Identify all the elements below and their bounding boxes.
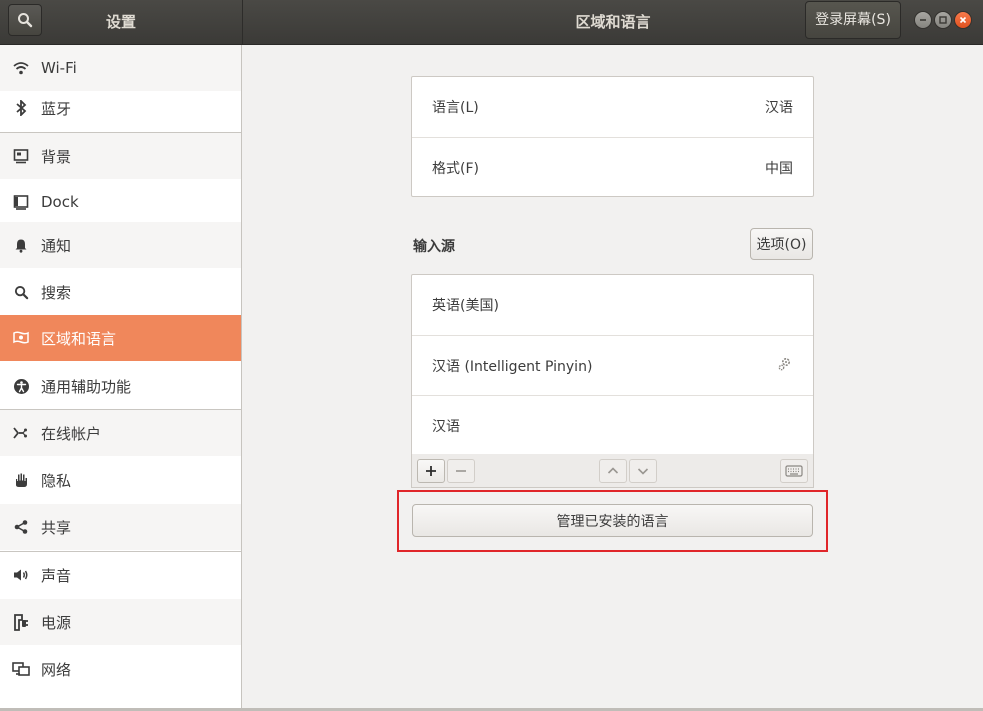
keyboard-icon bbox=[785, 465, 803, 477]
sidebar-item-sharing[interactable]: 共享 bbox=[0, 504, 241, 550]
remove-icon bbox=[456, 470, 466, 472]
sidebar-item-label: 电源 bbox=[41, 613, 72, 632]
sidebar-item-label: 隐私 bbox=[41, 471, 72, 490]
highlight-box bbox=[397, 490, 828, 552]
input-source-label: 英语(美国) bbox=[432, 298, 499, 314]
sidebar-title: 设置 bbox=[105, 13, 136, 31]
list-item[interactable]: 英语(美国) bbox=[412, 275, 813, 335]
bell-icon bbox=[11, 235, 31, 255]
sidebar-item-background[interactable]: 背景 bbox=[0, 133, 241, 179]
sidebar-item-network[interactable]: 网络 bbox=[0, 646, 241, 692]
sidebar: Wi-Fi 蓝牙 背景 Dock 通知 搜索 区域和语言 通用辅助功能 在线帐户… bbox=[0, 45, 242, 711]
input-source-label: 汉语 (Intelligent Pinyin) bbox=[432, 358, 593, 375]
hand-icon bbox=[11, 470, 31, 490]
sidebar-item-label: 声音 bbox=[41, 566, 72, 585]
formats-row[interactable]: 格式(F) 中国 bbox=[412, 137, 813, 197]
close-icon bbox=[959, 16, 967, 24]
share-icon bbox=[11, 517, 31, 537]
accessibility-icon bbox=[11, 376, 31, 396]
sidebar-item-bluetooth[interactable]: 蓝牙 bbox=[0, 85, 241, 131]
language-row[interactable]: 语言(L) 汉语 bbox=[412, 77, 813, 137]
login-screen-button[interactable]: 登录屏幕(S) bbox=[805, 1, 901, 39]
power-plug-icon bbox=[11, 612, 31, 632]
bluetooth-icon bbox=[11, 98, 31, 118]
network-icon bbox=[11, 659, 31, 679]
input-source-label: 汉语 bbox=[432, 418, 460, 435]
remove-input-source-button[interactable] bbox=[447, 459, 475, 483]
sidebar-item-notifications[interactable]: 通知 bbox=[0, 222, 241, 268]
keyboard-layout-button[interactable] bbox=[780, 459, 808, 483]
minimize-button[interactable] bbox=[914, 11, 932, 29]
gear-icon[interactable] bbox=[777, 356, 793, 376]
move-down-button[interactable] bbox=[629, 459, 657, 483]
sidebar-item-label: 通用辅助功能 bbox=[41, 377, 132, 396]
sidebar-item-online-accounts[interactable]: 在线帐户 bbox=[0, 410, 241, 456]
sidebar-item-power[interactable]: 电源 bbox=[0, 599, 241, 645]
input-sources-heading: 输入源 bbox=[413, 239, 455, 255]
sidebar-item-search[interactable]: 搜索 bbox=[0, 269, 241, 315]
sidebar-item-dock[interactable]: Dock bbox=[0, 179, 241, 225]
background-icon bbox=[11, 146, 31, 166]
formats-label: 格式(F) bbox=[432, 160, 479, 177]
sidebar-item-region-language[interactable]: 区域和语言 bbox=[0, 315, 241, 361]
search-icon bbox=[11, 282, 31, 302]
options-button[interactable]: 选项(O) bbox=[750, 228, 813, 260]
chevron-up-icon bbox=[607, 467, 619, 474]
input-sources-list: 英语(美国) 汉语 (Intelligent Pinyin) 汉语 bbox=[411, 274, 814, 455]
online-accounts-icon bbox=[11, 423, 31, 443]
list-item[interactable]: 汉语 bbox=[412, 395, 813, 455]
move-up-button[interactable] bbox=[599, 459, 627, 483]
sidebar-item-label: 蓝牙 bbox=[41, 99, 72, 118]
language-value: 汉语 bbox=[765, 100, 793, 116]
sidebar-item-label: 搜索 bbox=[41, 283, 72, 302]
sidebar-item-label: 区域和语言 bbox=[41, 329, 117, 348]
sidebar-item-accessibility[interactable]: 通用辅助功能 bbox=[0, 363, 241, 409]
language-label: 语言(L) bbox=[432, 100, 479, 116]
wifi-icon bbox=[11, 58, 31, 78]
sidebar-item-label: Wi-Fi bbox=[41, 59, 77, 77]
dock-icon bbox=[11, 192, 31, 212]
input-sources-toolbar bbox=[411, 454, 814, 488]
language-formats-card: 语言(L) 汉语 格式(F) 中国 bbox=[411, 76, 814, 197]
maximize-icon bbox=[939, 16, 947, 24]
speaker-icon bbox=[11, 565, 31, 585]
list-item[interactable]: 汉语 (Intelligent Pinyin) bbox=[412, 335, 813, 395]
sidebar-item-label: 背景 bbox=[41, 147, 72, 166]
sidebar-item-label: 网络 bbox=[41, 660, 72, 679]
close-button[interactable] bbox=[954, 11, 972, 29]
sidebar-item-privacy[interactable]: 隐私 bbox=[0, 457, 241, 503]
sidebar-item-label: 共享 bbox=[41, 518, 72, 537]
maximize-button[interactable] bbox=[934, 11, 952, 29]
add-input-source-button[interactable] bbox=[417, 459, 445, 483]
formats-value: 中国 bbox=[765, 160, 793, 177]
minimize-icon bbox=[920, 19, 926, 21]
sidebar-item-label: Dock bbox=[41, 193, 79, 211]
header-bar: 设置 区域和语言 登录屏幕(S) bbox=[0, 0, 983, 45]
sidebar-item-sound[interactable]: 声音 bbox=[0, 552, 241, 598]
sidebar-item-label: 通知 bbox=[41, 236, 72, 255]
sidebar-item-label: 在线帐户 bbox=[41, 424, 102, 443]
chevron-down-icon bbox=[637, 468, 649, 475]
add-icon bbox=[426, 466, 436, 476]
region-flag-icon bbox=[11, 328, 31, 348]
